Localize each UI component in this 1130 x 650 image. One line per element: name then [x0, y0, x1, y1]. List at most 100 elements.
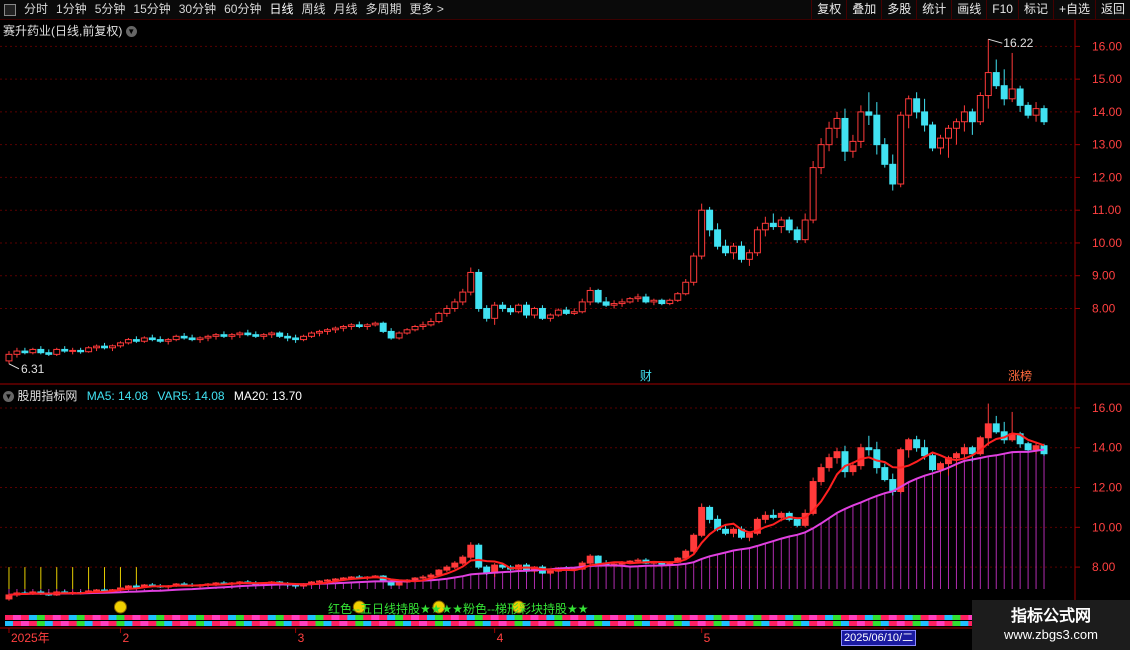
candle-down [244, 332, 252, 336]
indicator-candle [865, 447, 873, 451]
color-block [307, 621, 317, 626]
candle-down [562, 309, 570, 314]
color-block [84, 621, 94, 626]
color-block [689, 615, 699, 620]
time-axis-label: 5 [704, 631, 711, 645]
indicator-candle [881, 467, 889, 481]
low-pointer [8, 363, 20, 370]
indicator-legend: 红色--五日线持股★★★★粉色--梯形彩块持股★★ [328, 602, 589, 616]
color-block [100, 621, 110, 626]
candle-up [610, 303, 618, 306]
candle-up [937, 137, 944, 149]
candle-down [1000, 85, 1008, 100]
color-block [673, 615, 683, 620]
candle-up [905, 98, 913, 116]
color-block [291, 615, 301, 620]
candle-up [618, 301, 626, 305]
color-block [506, 621, 516, 626]
color-block [164, 621, 173, 626]
time-axis-label: 2 [122, 631, 129, 645]
candle-up [435, 312, 443, 323]
color-block [196, 615, 205, 620]
candle-up [204, 335, 212, 339]
candle-down [148, 337, 156, 341]
indicator-candle [698, 506, 706, 536]
color-block [578, 621, 587, 626]
watermark: 指标公式网 www.zbgs3.com [972, 600, 1130, 650]
candle-down [101, 345, 109, 349]
color-block [840, 621, 850, 626]
candle-down [284, 335, 292, 339]
candle-up [236, 332, 244, 336]
candle-down [889, 163, 897, 185]
color-block [20, 615, 30, 620]
color-block [618, 621, 627, 626]
color-block [689, 621, 699, 626]
indicator-candle [132, 585, 140, 588]
candle-down [538, 307, 546, 319]
color-block [172, 621, 181, 626]
color-block [960, 615, 969, 620]
time-axis-label: 4 [497, 631, 504, 645]
candle-down [292, 337, 300, 341]
color-block [36, 621, 46, 626]
indicator-candle [1032, 445, 1040, 451]
color-block [92, 615, 102, 620]
candle-up [745, 252, 753, 260]
indicator-tick-label: 14.00 [1092, 441, 1122, 455]
color-block [116, 621, 125, 626]
color-block [124, 615, 133, 620]
color-block [180, 621, 189, 626]
color-block [538, 621, 547, 626]
time-axis-label: 2025年 [11, 631, 50, 645]
candle-down [594, 289, 602, 303]
indicator-candle [905, 439, 913, 451]
candle-down [737, 245, 745, 260]
color-block [586, 621, 595, 626]
color-block [626, 621, 635, 626]
color-block [379, 621, 388, 626]
candle-up [546, 314, 554, 319]
candle-down [37, 348, 45, 354]
color-block [665, 615, 675, 620]
event-marker: 涨榜 [1008, 368, 1032, 383]
candle-up [268, 332, 276, 336]
color-block [769, 621, 778, 626]
kline-chart[interactable]: 16.00 15.00 14.00 13.00 12.00 11.00 10.00 9.00 8… [0, 0, 1130, 650]
color-block [450, 621, 460, 626]
candle-up [650, 299, 658, 303]
color-block [848, 621, 858, 626]
candle-up [339, 325, 347, 329]
color-block [817, 615, 826, 620]
price-tick-label: 14.00 [1092, 105, 1122, 119]
candle-up [753, 229, 761, 254]
candle-up [395, 332, 403, 339]
time-axis-label: 3 [298, 631, 305, 645]
color-block [793, 615, 802, 620]
indicator-tick-label: 12.00 [1092, 481, 1122, 495]
color-block [626, 615, 635, 620]
color-block [243, 615, 253, 620]
color-block [809, 621, 818, 626]
indicator-tick-label: 16.00 [1092, 401, 1122, 415]
color-block [371, 621, 380, 626]
candle-up [300, 335, 308, 341]
color-block [936, 615, 945, 620]
candle-down [1040, 108, 1048, 123]
color-block [721, 615, 731, 620]
color-block [936, 621, 945, 626]
color-block [610, 615, 619, 620]
indicator-tick-label: 10.00 [1092, 520, 1122, 534]
color-block [602, 621, 611, 626]
color-block [227, 615, 237, 620]
color-block [864, 621, 874, 626]
candle-up [857, 111, 865, 142]
color-block [275, 621, 285, 626]
color-block [148, 621, 157, 626]
candle-down [992, 72, 1000, 87]
price-tick-label: 15.00 [1092, 72, 1122, 86]
candle-down [379, 322, 387, 332]
color-block [785, 615, 794, 620]
color-block [474, 621, 484, 626]
candle-down [276, 332, 284, 337]
